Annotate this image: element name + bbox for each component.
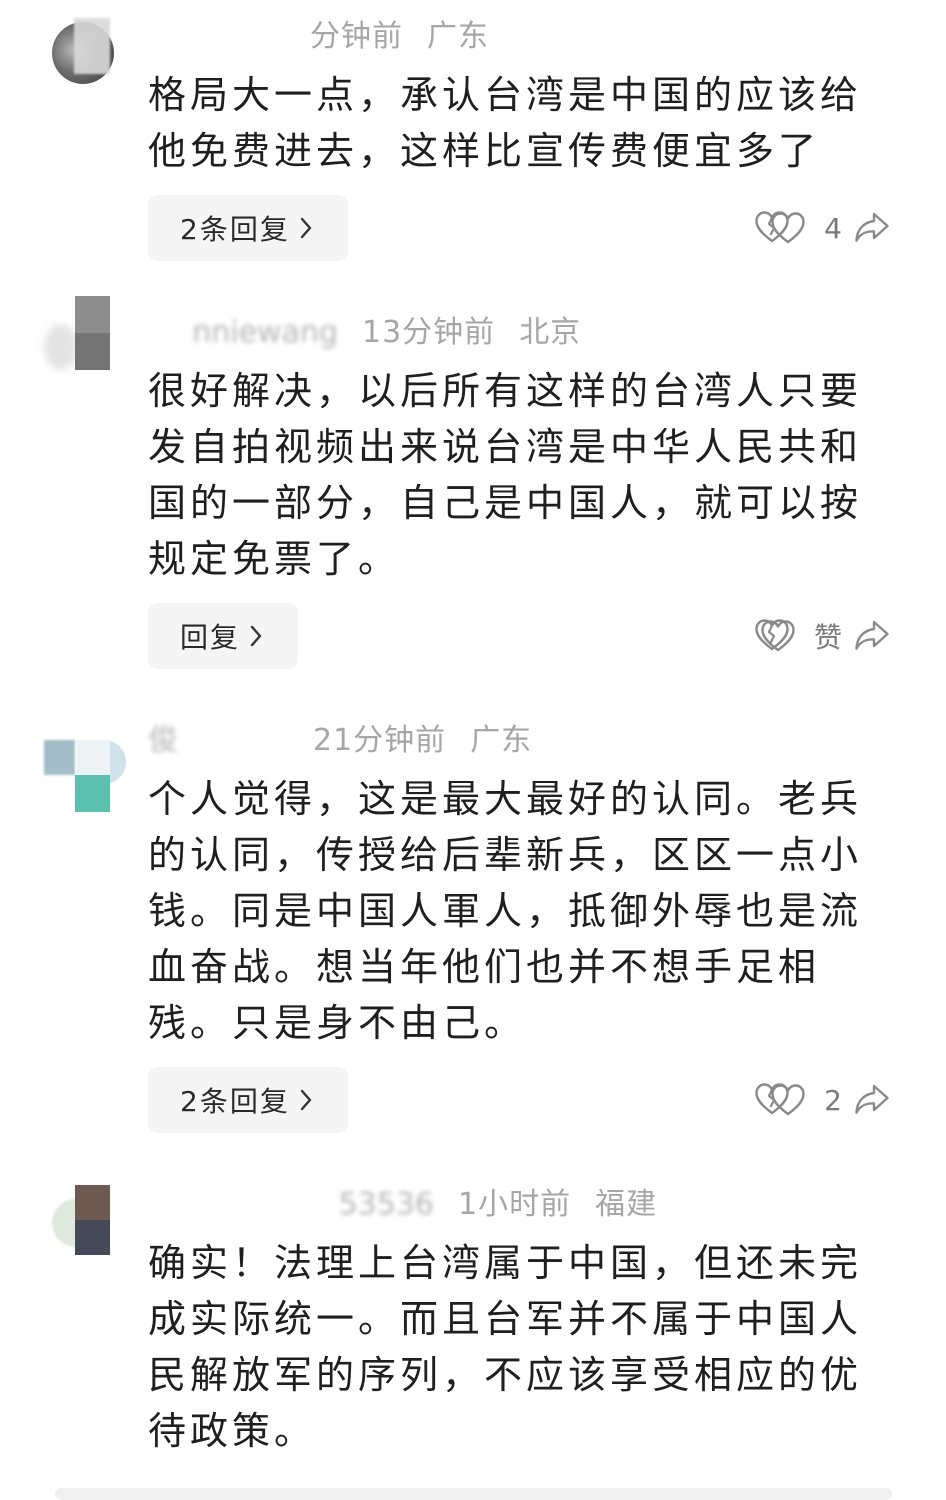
share-arrow-icon[interactable]: [854, 1082, 890, 1116]
view-replies-label: 2条回复: [180, 1085, 290, 1118]
chevron-right-icon: [250, 625, 262, 647]
comment-item: nniewang 13分钟前 北京 很好解决，以后所有这样的台湾人只要 发自拍视…: [0, 296, 946, 669]
share-arrow-icon[interactable]: [854, 618, 890, 652]
comment-text-line: 的认同，传授给后辈新兵，区区一点小: [148, 833, 863, 877]
view-replies-label: 2条回复: [180, 213, 290, 246]
share-arrow-icon[interactable]: [854, 210, 890, 244]
comment-time: 1小时前: [458, 1187, 572, 1222]
comment-location: 北京: [519, 315, 582, 350]
avatar-mosaic: [75, 740, 110, 775]
avatar-mosaic: [74, 18, 110, 74]
comment-text: 确实！法理上台湾属于中国，但还未完 成实际统一。而且台军并不属于中国人 民解放军…: [148, 1235, 888, 1459]
comment-text-line: 格局大一点，承认台湾是中国的应该给: [148, 73, 863, 117]
like-count: 4: [824, 211, 842, 245]
avatar-mosaic: [75, 1220, 110, 1255]
comment-text: 很好解决，以后所有这样的台湾人只要 发自拍视频出来说台湾是中华人民共和 国的一部…: [148, 363, 888, 587]
comment-text-line: 民解放军的序列，不应该享受相应的优: [148, 1353, 863, 1397]
username[interactable]: 俊: [148, 721, 289, 761]
username[interactable]: 53536: [148, 1185, 434, 1225]
comment-meta: 53536 1小时前 福建: [148, 1185, 946, 1225]
comment-meta: 分钟前 广东: [148, 17, 946, 57]
avatar-image: [44, 324, 78, 370]
comment-location: 广东: [470, 723, 533, 758]
comment-text: 个人觉得，这是最大最好的认同。老兵 的认同，传授给后辈新兵，区区一点小 钱。同是…: [148, 771, 888, 1051]
comment-list: 分钟前 广东 格局大一点，承认台湾是中国的应该给 他免费进去，这样比宣传费便宜多…: [0, 17, 946, 1459]
avatar-mosaic: [75, 775, 110, 812]
comment-text-line: 国的一部分，自己是中国人，就可以按: [148, 481, 863, 525]
comment-actions: 2条回复 4: [148, 195, 946, 261]
avatar[interactable]: [44, 1185, 126, 1263]
comment-text-line: 发自拍视频出来说台湾是中华人民共和: [148, 425, 863, 469]
like-count: 2: [824, 1083, 842, 1117]
broken-heart-icon[interactable]: [754, 210, 790, 244]
avatar-mosaic: [75, 1185, 110, 1220]
comment-text-line: 很好解决，以后所有这样的台湾人只要: [148, 369, 863, 413]
comment-actions: 回复 赞: [148, 603, 946, 669]
comment-meta: 俊 21分钟前 广东: [148, 721, 946, 761]
comment-actions: 2条回复 2: [148, 1067, 946, 1133]
comment-meta: nniewang 13分钟前 北京: [148, 313, 946, 353]
comment-location: 福建: [595, 1187, 658, 1222]
comment-text-line: 血奋战。想当年他们也并不想手足相: [148, 945, 821, 989]
comment-time: 21分钟前: [313, 723, 447, 758]
comment-text-line: 规定免票了。: [148, 537, 401, 581]
comment-item: 分钟前 广东 格局大一点，承认台湾是中国的应该给 他免费进去，这样比宣传费便宜多…: [0, 17, 946, 261]
comment-text-line: 个人觉得，这是最大最好的认同。老兵: [148, 777, 863, 821]
comment-text-line: 他免费进去，这样比宣传费便宜多了: [148, 129, 821, 173]
avatar-mosaic: [75, 296, 110, 333]
comment-time: 分钟前: [310, 19, 403, 54]
view-replies-button[interactable]: 2条回复: [148, 195, 348, 261]
chevron-right-icon: [300, 1089, 312, 1111]
chevron-right-icon: [300, 217, 312, 239]
avatar[interactable]: [44, 18, 126, 96]
comment-text-line: 待政策。: [148, 1409, 317, 1453]
username[interactable]: nniewang: [148, 313, 338, 353]
comment-text-line: 成实际统一。而且台军并不属于中国人: [148, 1297, 863, 1341]
username[interactable]: [148, 17, 286, 57]
avatar-mosaic: [75, 333, 110, 370]
broken-heart-icon[interactable]: [754, 1082, 790, 1116]
reply-button[interactable]: 回复: [148, 603, 299, 669]
avatar[interactable]: [44, 740, 126, 818]
broken-heart-icon[interactable]: [754, 618, 790, 652]
like-label: 赞: [813, 621, 842, 654]
bottom-divider: [55, 1488, 892, 1500]
comment-text: 格局大一点，承认台湾是中国的应该给 他免费进去，这样比宣传费便宜多了: [148, 67, 888, 179]
comment-time: 13分钟前: [362, 315, 496, 350]
comment-item: 53536 1小时前 福建 确实！法理上台湾属于中国，但还未完 成实际统一。而且…: [0, 1185, 946, 1459]
comment-text-line: 确实！法理上台湾属于中国，但还未完: [148, 1241, 863, 1285]
reply-label: 回复: [180, 621, 241, 654]
avatar[interactable]: [44, 296, 126, 374]
comment-location: 广东: [427, 19, 489, 54]
comment-text-line: 钱。同是中国人軍人，抵御外辱也是流: [148, 889, 863, 933]
comment-text-line: 残。只是身不由己。: [148, 1001, 527, 1045]
view-replies-button[interactable]: 2条回复: [148, 1067, 348, 1133]
comment-item: 俊 21分钟前 广东 个人觉得，这是最大最好的认同。老兵 的认同，传授给后辈新兵…: [0, 721, 946, 1133]
avatar-mosaic: [44, 740, 75, 775]
